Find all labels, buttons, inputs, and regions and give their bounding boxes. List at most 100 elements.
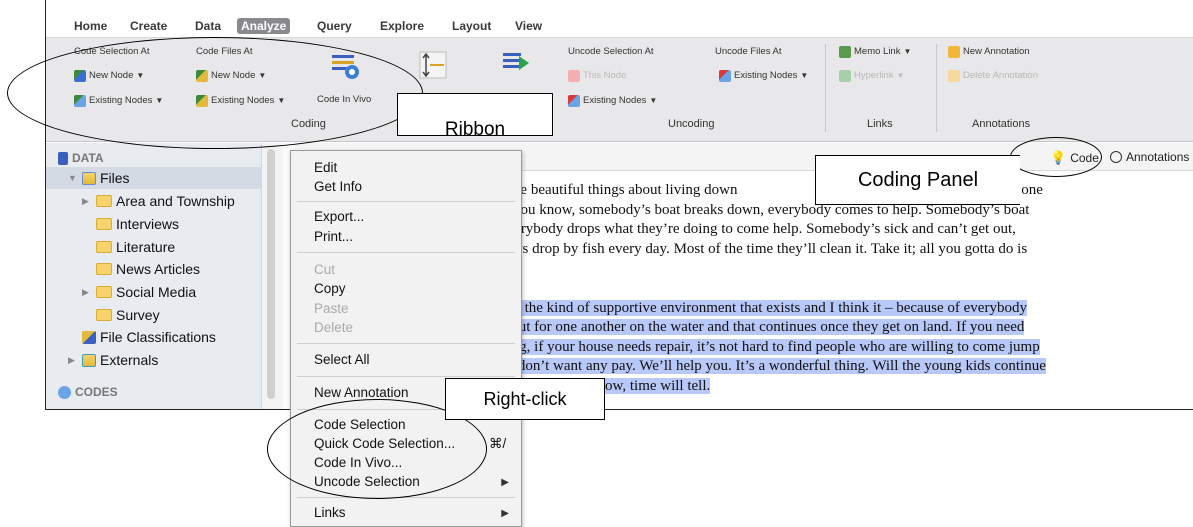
hyperlink-label: Hyperlink <box>854 70 894 81</box>
nav-item-interviews[interactable]: Interviews <box>82 214 179 234</box>
folder-label: Area and Township <box>116 193 235 209</box>
menu-item-paste[interactable]: Paste <box>314 300 349 318</box>
ribbon-separator <box>825 44 826 132</box>
tab-query[interactable]: Query <box>313 18 356 34</box>
existing-nodes-label: Existing Nodes <box>583 95 647 106</box>
folder-icon <box>96 286 112 298</box>
menu-item-delete[interactable]: Delete <box>314 319 353 337</box>
links-group-label: Links <box>867 118 893 130</box>
annotations-group-label: Annotations <box>972 118 1031 130</box>
menu-item-links[interactable]: Links <box>314 504 346 522</box>
uncode-node-icon <box>568 70 580 82</box>
folder-label: Social Media <box>116 284 197 300</box>
disclosure-closed-icon[interactable]: ▶ <box>82 196 92 207</box>
existing-nodes-label: Existing Nodes <box>734 70 798 81</box>
coding-panel-callout: Coding Panel <box>815 155 1020 205</box>
nav-item-file-classifications[interactable]: File Classifications <box>82 327 216 347</box>
document-text[interactable]: f the beautiful things about living down… <box>500 181 1190 409</box>
folder-icon <box>96 241 112 253</box>
menu-item-print[interactable]: Print... <box>314 228 353 246</box>
uncode-selection-existing-nodes-button[interactable]: Existing Nodes ▼ <box>568 95 657 107</box>
codes-header-label: CODES <box>75 385 118 399</box>
classification-icon <box>82 330 96 344</box>
folder-label: News Articles <box>116 261 201 277</box>
annotations-panel-toggle[interactable]: Annotations <box>1110 150 1189 164</box>
uncode-files-existing-nodes-button[interactable]: Existing Nodes ▼ <box>719 70 808 82</box>
chevron-down-icon: ▼ <box>800 71 809 80</box>
chevron-down-icon: ▼ <box>649 96 658 105</box>
annotation-icon <box>1110 151 1122 163</box>
menu-item-edit[interactable]: Edit <box>314 159 337 177</box>
ribbon-separator <box>936 44 937 132</box>
nav-item-literature[interactable]: Literature <box>82 237 175 257</box>
folder-icon <box>96 263 112 275</box>
submenu-arrow-icon: ▶ <box>501 477 509 488</box>
folder-icon <box>96 309 112 321</box>
delete-annotation-icon <box>948 70 960 82</box>
uncode-selection-at-label: Uncode Selection At <box>568 46 654 57</box>
disclosure-closed-icon[interactable]: ▶ <box>82 287 92 298</box>
menu-separator <box>297 252 515 253</box>
file-classifications-label: File Classifications <box>100 329 216 345</box>
tab-explore[interactable]: Explore <box>376 18 428 34</box>
uncode-files-at-label: Uncode Files At <box>715 46 782 57</box>
folder-label: Literature <box>116 239 176 255</box>
menu-item-export[interactable]: Export... <box>314 208 364 226</box>
menu-item-cut[interactable]: Cut <box>314 261 335 279</box>
codes-icon <box>58 385 71 399</box>
delete-annotation-button[interactable]: Delete Annotation <box>948 70 1038 82</box>
data-icon <box>58 151 68 165</box>
menu-item-get-info[interactable]: Get Info <box>314 178 362 196</box>
submenu-arrow-icon: ▶ <box>501 508 509 519</box>
ribbon-coding-ellipse <box>7 37 423 149</box>
folder-label: Interviews <box>116 216 180 232</box>
annotations-toggle-label: Annotations <box>1126 150 1190 164</box>
menu-separator <box>297 201 515 202</box>
disclosure-closed-icon[interactable]: ▶ <box>68 355 78 366</box>
tab-view[interactable]: View <box>511 18 546 34</box>
nav-item-social-media[interactable]: ▶ Social Media <box>82 282 196 302</box>
right-click-callout: Right-click <box>445 378 605 420</box>
memo-link-label: Memo Link <box>854 46 901 57</box>
files-label: Files <box>100 170 130 186</box>
files-icon <box>82 171 96 185</box>
uncode-existing-icon <box>719 70 731 82</box>
memo-link-icon <box>839 46 851 58</box>
externals-label: Externals <box>100 352 159 368</box>
uncode-existing-icon <box>568 95 580 107</box>
hyperlink-icon <box>839 70 851 82</box>
menu-separator <box>297 376 515 377</box>
tab-data[interactable]: Data <box>191 18 225 34</box>
new-annotation-icon <box>948 46 960 58</box>
nav-item-news-articles[interactable]: News Articles <box>82 259 200 279</box>
this-node-label: This Node <box>583 70 627 81</box>
nav-item-area-and-township[interactable]: ▶ Area and Township <box>82 191 235 211</box>
nav-item-externals[interactable]: ▶ Externals <box>68 350 158 370</box>
tab-analyze[interactable]: Analyze <box>237 18 291 34</box>
data-section-header[interactable]: DATA <box>58 148 104 168</box>
menu-item-copy[interactable]: Copy <box>314 280 346 298</box>
hyperlink-button[interactable]: Hyperlink ▼ <box>839 70 905 82</box>
uncode-this-node-button[interactable]: This Node <box>568 70 626 82</box>
tab-home[interactable]: Home <box>70 18 111 34</box>
folder-icon <box>96 195 112 207</box>
codes-section-header[interactable]: CODES <box>58 382 118 402</box>
memo-link-button[interactable]: Memo Link ▼ <box>839 46 911 58</box>
new-annotation-button[interactable]: New Annotation <box>948 46 1030 58</box>
navigation-scrollbar[interactable] <box>261 143 283 409</box>
spread-coding-icon[interactable] <box>502 50 530 76</box>
new-annotation-label: New Annotation <box>963 46 1030 57</box>
tab-layout[interactable]: Layout <box>448 18 495 34</box>
range-code-icon[interactable] <box>414 50 450 80</box>
tab-create[interactable]: Create <box>126 18 171 34</box>
delete-annotation-label: Delete Annotation <box>963 70 1039 81</box>
uncoding-group-label: Uncoding <box>668 118 715 130</box>
quick-code-shortcut: ⌘/ <box>489 436 507 451</box>
code-toggle-ellipse <box>1010 137 1102 177</box>
nav-item-files[interactable]: ▼ Files <box>68 168 130 188</box>
menu-item-select-all[interactable]: Select All <box>314 351 370 369</box>
nav-item-survey[interactable]: Survey <box>82 305 160 325</box>
ribbon-callout: Ribbon <box>397 93 553 136</box>
disclosure-open-icon[interactable]: ▼ <box>68 173 78 183</box>
scrollbar-thumb[interactable] <box>267 149 275 399</box>
